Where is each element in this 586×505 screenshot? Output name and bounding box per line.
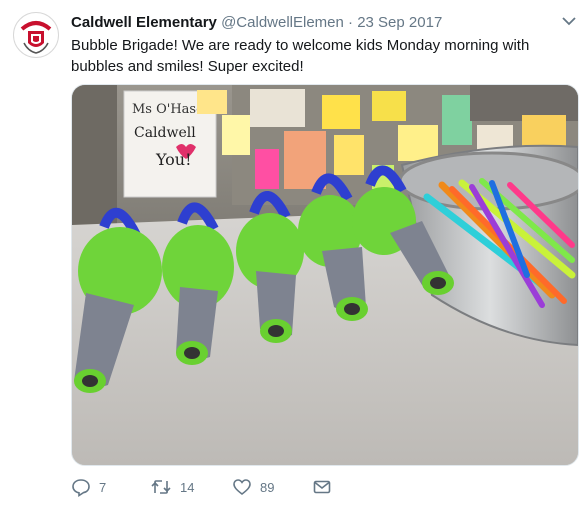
sign-line-2: Caldwell [134,125,196,141]
retweet-count: 14 [180,479,195,495]
sign-line-3: You! [155,150,192,169]
more-options-button[interactable] [560,14,578,28]
photo-illustration: Ms O'Hason Caldwell You! [72,85,578,465]
tweet-photo[interactable]: Ms O'Hason Caldwell You! [71,84,579,466]
display-name[interactable]: Caldwell Elementary [71,14,217,31]
tweet-header: Caldwell Elementary @CaldwellElemen · 23… [71,14,442,31]
retweet-icon [151,480,171,494]
direct-message-button[interactable] [312,476,332,498]
timestamp[interactable]: 23 Sep 2017 [357,14,442,31]
like-icon [233,479,251,496]
reply-icon [72,479,90,497]
tweet[interactable]: Caldwell Elementary @CaldwellElemen · 23… [0,0,586,505]
caldwell-logo [15,14,57,56]
reply-count: 7 [99,479,107,495]
reply-button[interactable]: 7 [71,476,106,498]
separator: · [348,14,354,31]
like-button[interactable]: 89 [232,476,274,498]
handle[interactable]: @CaldwellElemen [221,14,344,31]
action-bar: 7 14 89 [71,476,371,498]
dm-icon [313,480,331,494]
like-count: 89 [260,479,275,495]
avatar[interactable] [13,12,59,58]
retweet-button[interactable]: 14 [150,476,194,498]
tweet-text: Bubble Brigade! We are ready to welcome … [71,37,530,75]
chevron-down-icon [562,17,576,26]
